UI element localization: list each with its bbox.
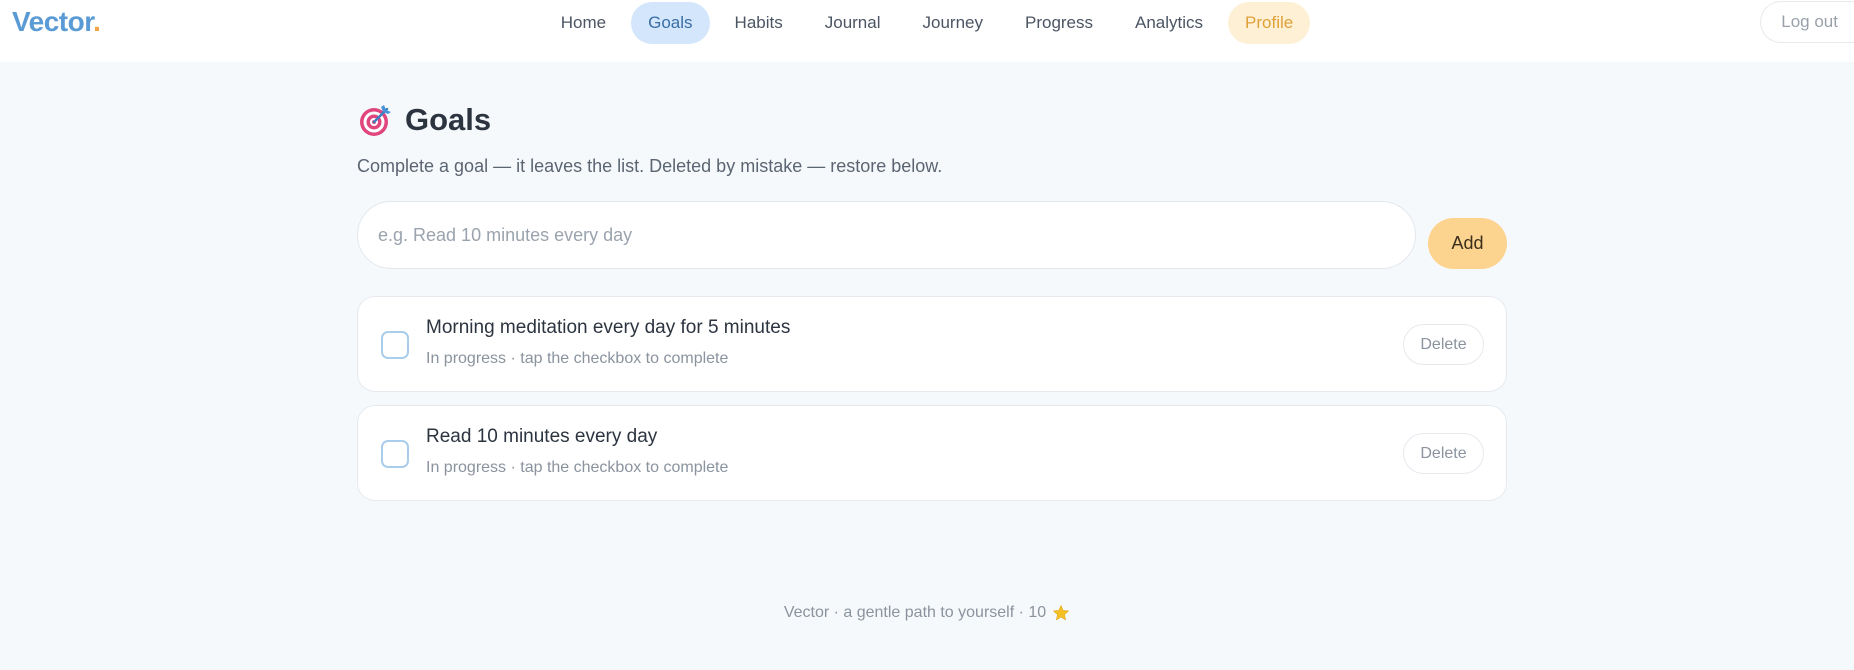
goal-item: Read 10 minutes every day In progress · …: [357, 405, 1507, 501]
goal-status: In progress · tap the checkbox to comple…: [426, 459, 729, 476]
footer-text: Vector · a gentle path to yourself · 10: [783, 604, 1047, 621]
nav-habits[interactable]: Habits: [718, 2, 800, 44]
nav-profile[interactable]: Profile: [1228, 2, 1311, 44]
target-icon: [360, 105, 391, 136]
nav-analytics[interactable]: Analytics: [1118, 2, 1220, 44]
page-title: Goals: [405, 102, 492, 137]
page-subtitle: Complete a goal — it leaves the list. De…: [357, 156, 943, 176]
logout-button[interactable]: Log out: [1760, 1, 1854, 43]
nav-journal[interactable]: Journal: [808, 2, 898, 44]
add-goal-button[interactable]: Add: [1428, 218, 1507, 269]
main-nav: Home Goals Habits Journal Journey Progre…: [0, 2, 1854, 44]
nav-progress[interactable]: Progress: [1008, 2, 1110, 44]
goal-checkbox[interactable]: [381, 331, 409, 359]
goals-page: Goals Complete a goal — it leaves the li…: [357, 100, 1507, 501]
goal-checkbox[interactable]: [381, 440, 409, 468]
delete-goal-button[interactable]: Delete: [1403, 324, 1484, 365]
goal-title: Morning meditation every day for 5 minut…: [426, 317, 791, 338]
nav-journey[interactable]: Journey: [906, 2, 1000, 44]
nav-home[interactable]: Home: [544, 2, 623, 44]
goal-status: In progress · tap the checkbox to comple…: [426, 350, 729, 367]
footer: Vector · a gentle path to yourself · 10: [0, 604, 1854, 622]
goal-input[interactable]: [357, 201, 1416, 269]
star-icon: [1053, 605, 1069, 621]
goal-title: Read 10 minutes every day: [426, 426, 658, 447]
goal-item: Morning meditation every day for 5 minut…: [357, 296, 1507, 392]
nav-goals[interactable]: Goals: [631, 2, 710, 44]
add-goal-form: Add: [357, 201, 1507, 269]
goal-list: Morning meditation every day for 5 minut…: [357, 296, 1507, 514]
top-navigation-bar: Vector. Home Goals Habits Journal Journe…: [0, 0, 1854, 62]
page-header: Goals: [357, 100, 1507, 140]
delete-goal-button[interactable]: Delete: [1403, 433, 1484, 474]
